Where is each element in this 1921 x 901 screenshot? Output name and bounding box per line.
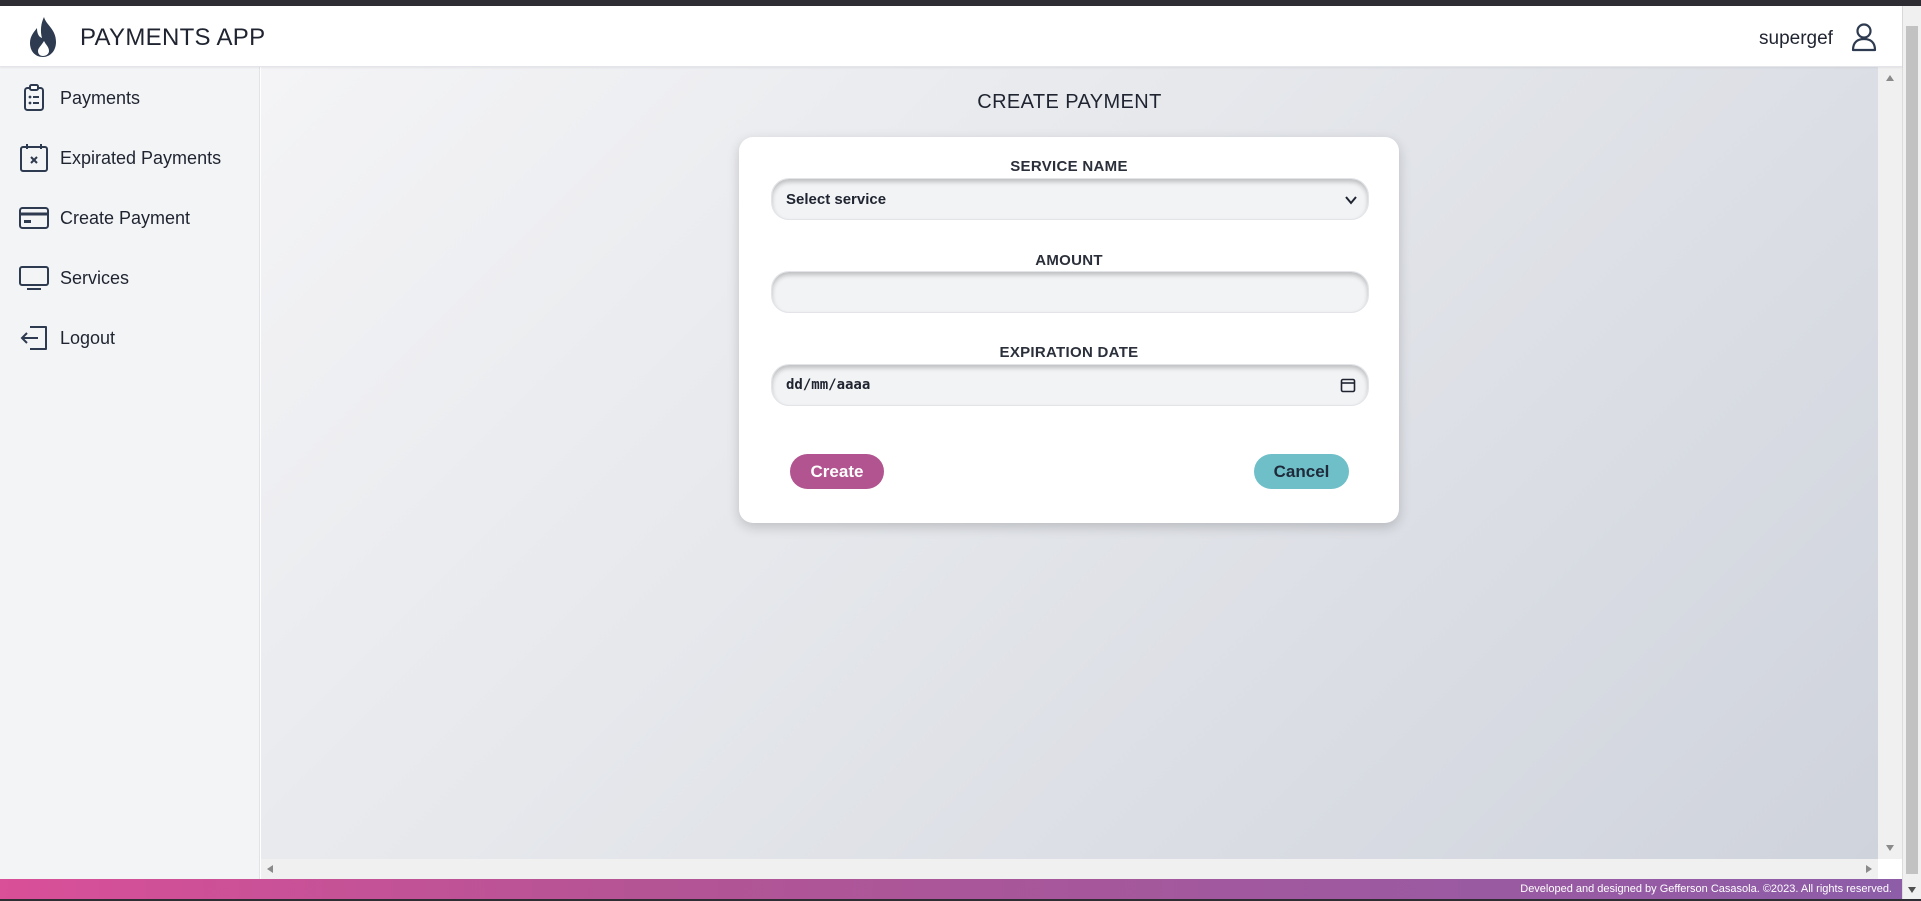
scroll-right-arrow-icon[interactable] bbox=[1866, 865, 1872, 873]
monitor-icon bbox=[19, 266, 49, 290]
service-select-value: Select service bbox=[786, 191, 887, 208]
cancel-button[interactable]: Cancel bbox=[1254, 454, 1349, 489]
sidebar-item-services[interactable]: Services bbox=[0, 258, 258, 298]
amount-input[interactable] bbox=[771, 271, 1369, 313]
sidebar-item-payments[interactable]: Payments bbox=[0, 78, 258, 118]
expiration-date-placeholder: dd/mm/aaaa bbox=[786, 377, 871, 393]
sidebar-item-label: Expirated Payments bbox=[60, 147, 222, 168]
page-vertical-scrollbar[interactable] bbox=[1902, 6, 1921, 901]
chevron-down-icon bbox=[1345, 196, 1357, 205]
app-header: PAYMENTS APP supergef bbox=[0, 6, 1902, 67]
main-vertical-scrollbar[interactable] bbox=[1878, 67, 1902, 859]
sidebar-item-expirated-payments[interactable]: Expirated Payments bbox=[0, 138, 258, 178]
expiration-date-label: EXPIRATION DATE bbox=[999, 344, 1139, 361]
page-title: CREATE PAYMENT bbox=[977, 91, 1162, 113]
calendar-x-icon bbox=[20, 144, 48, 172]
service-select[interactable]: Select service bbox=[771, 178, 1369, 220]
sidebar-item-logout[interactable]: Logout bbox=[0, 318, 258, 358]
scroll-left-arrow-icon[interactable] bbox=[267, 865, 273, 873]
expiration-date-input[interactable]: dd/mm/aaaa bbox=[771, 364, 1369, 406]
main-horizontal-scrollbar[interactable] bbox=[261, 859, 1878, 879]
sidebar-item-label: Create Payment bbox=[60, 207, 191, 228]
create-button[interactable]: Create bbox=[790, 454, 884, 489]
flame-logo-icon bbox=[30, 17, 56, 57]
scroll-up-arrow-icon[interactable] bbox=[1886, 75, 1894, 81]
service-name-label: SERVICE NAME bbox=[1010, 158, 1128, 175]
calendar-icon[interactable] bbox=[1340, 377, 1356, 393]
credit-card-icon bbox=[19, 207, 49, 229]
clipboard-icon bbox=[24, 84, 44, 111]
user-icon[interactable] bbox=[1850, 22, 1878, 52]
sidebar-item-label: Services bbox=[60, 267, 130, 288]
app-title: PAYMENTS APP bbox=[80, 24, 266, 51]
sidebar-item-create-payment[interactable]: Create Payment bbox=[0, 198, 258, 238]
footer-credits: Developed and designed by Gefferson Casa… bbox=[1520, 883, 1892, 895]
logout-icon bbox=[20, 326, 47, 350]
create-payment-form: SERVICE NAME Select service AMOUNT EXPIR… bbox=[739, 137, 1399, 523]
scroll-down-arrow-icon[interactable] bbox=[1908, 887, 1916, 893]
footer: Developed and designed by Gefferson Casa… bbox=[0, 879, 1902, 899]
amount-label: AMOUNT bbox=[1035, 252, 1103, 269]
username-label[interactable]: supergef bbox=[1759, 28, 1833, 50]
sidebar-item-label: Logout bbox=[60, 327, 116, 348]
scrollbar-thumb[interactable] bbox=[1906, 26, 1918, 874]
scroll-down-arrow-icon[interactable] bbox=[1886, 845, 1894, 851]
sidebar-item-label: Payments bbox=[60, 87, 141, 108]
main-content: CREATE PAYMENT SERVICE NAME Select servi… bbox=[261, 67, 1878, 859]
sidebar: Payments Expirated Payments Create Payme… bbox=[0, 67, 260, 879]
